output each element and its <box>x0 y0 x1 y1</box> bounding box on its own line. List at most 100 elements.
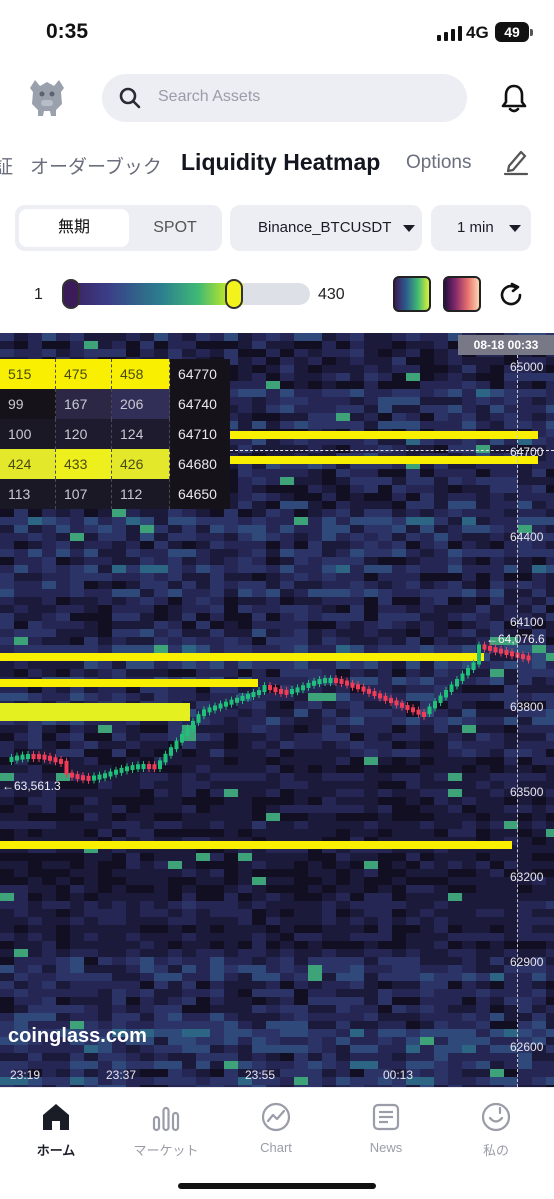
coinglass-logo[interactable] <box>26 76 68 118</box>
candle-body <box>119 767 124 773</box>
interval-select[interactable]: 1 min <box>431 205 531 251</box>
candle-body <box>262 685 267 693</box>
order-book-cell: 426 <box>112 449 170 479</box>
candle-body <box>125 766 129 772</box>
candle-body <box>312 680 316 686</box>
candle-body <box>191 720 195 730</box>
tab-liquidity-heatmap[interactable]: Liquidity Heatmap <box>181 149 380 176</box>
search-input[interactable]: Search Assets <box>158 88 260 106</box>
candle-body <box>339 678 344 684</box>
nav-home[interactable]: ホーム <box>6 1096 106 1159</box>
perpetual-button[interactable]: 無期 <box>19 209 129 247</box>
order-book-row: 424 433 426 64680 <box>0 449 230 479</box>
tab-order-book[interactable]: オーダーブック <box>30 152 162 179</box>
spot-button[interactable]: SPOT <box>131 209 219 247</box>
candle-body <box>174 740 179 750</box>
candle-body <box>246 693 250 699</box>
bell-icon[interactable] <box>500 83 528 113</box>
search-bar[interactable] <box>102 74 467 122</box>
time-axis-label: 23:55 <box>245 1068 276 1082</box>
candle-body <box>350 682 355 688</box>
search-icon[interactable] <box>118 86 142 110</box>
order-book-cell: 475 <box>56 359 112 389</box>
exchange-select[interactable]: Binance_BTCUSDT <box>230 205 422 251</box>
status-time: 0:35 <box>46 20 89 43</box>
order-book-row: 100 120 124 64710 <box>0 419 230 449</box>
candle-body <box>20 754 25 760</box>
range-min-label: 1 <box>34 286 43 303</box>
candle-body <box>411 707 415 713</box>
candle-body <box>367 688 371 694</box>
current-time-line <box>517 355 518 1087</box>
network-label: 4G <box>466 23 489 42</box>
candle-body <box>240 695 245 701</box>
candle-body <box>455 679 459 687</box>
news-icon <box>372 1103 400 1131</box>
edit-icon[interactable] <box>503 148 529 176</box>
order-book-row: 515 475 458 64770 <box>0 359 230 389</box>
range-handle-min[interactable] <box>62 279 80 309</box>
start-price-mark: ←63,561.3 <box>2 779 61 793</box>
watermark: coinglass.com <box>8 1025 147 1047</box>
magma-palette-button[interactable] <box>443 276 481 312</box>
hover-price-line <box>230 450 554 451</box>
candle-body <box>42 754 47 760</box>
nav-market[interactable]: マーケット <box>116 1096 216 1159</box>
order-book-cell: 515 <box>0 359 56 389</box>
candle-body <box>103 773 107 779</box>
candle-body <box>163 753 168 763</box>
nav-chart[interactable]: Chart <box>226 1096 326 1155</box>
tab-options[interactable]: Options <box>406 152 471 174</box>
candle-body <box>526 655 531 661</box>
order-book-cell: 107 <box>56 479 112 509</box>
candle-body <box>438 695 443 703</box>
candle-body <box>235 697 239 703</box>
candle-body <box>504 650 509 655</box>
candle-body <box>389 698 393 704</box>
candle-body <box>59 758 63 764</box>
time-axis-label: 23:19 <box>10 1068 41 1082</box>
market-type-toggle: 無期 SPOT <box>15 205 222 251</box>
battery-icon: 49 <box>495 22 533 42</box>
price-axis-label: 63200 <box>510 870 544 884</box>
home-indicator <box>178 1183 376 1189</box>
candle-body <box>273 687 278 693</box>
candle-body <box>97 774 102 780</box>
candle-body <box>290 689 294 695</box>
order-book-cell: 424 <box>0 449 56 479</box>
candle-body <box>394 700 399 706</box>
candle-body <box>31 754 36 760</box>
liquidity-heatmap[interactable]: 08-18 00:33 65000 64700 64400 64100 6380… <box>0 333 554 1087</box>
nav-profile[interactable]: 私の <box>446 1096 546 1159</box>
time-axis-label: 23:37 <box>106 1068 137 1082</box>
candle-body <box>257 690 261 696</box>
candle-body <box>427 706 432 714</box>
candle-body <box>284 689 289 695</box>
order-book-cell: 100 <box>0 419 56 449</box>
range-handle-max[interactable] <box>225 279 244 309</box>
candle-body <box>141 764 146 770</box>
chevron-down-icon <box>509 225 521 232</box>
order-book-price: 64680 <box>178 456 217 472</box>
candle-body <box>295 687 300 693</box>
refresh-icon[interactable] <box>498 282 524 308</box>
price-axis-label: 64700 <box>510 445 544 459</box>
candle-body <box>26 754 30 760</box>
candle-body <box>75 774 80 780</box>
order-book-cell: 458 <box>112 359 170 389</box>
nav-label: ホーム <box>36 1143 76 1158</box>
range-slider-track[interactable] <box>62 283 310 305</box>
time-axis-label: 00:13 <box>383 1068 414 1082</box>
nav-news[interactable]: News <box>336 1096 436 1155</box>
viridis-palette-button[interactable] <box>393 276 431 312</box>
tab-prev[interactable]: 証 <box>0 152 13 179</box>
candle-body <box>114 769 118 775</box>
candle-body <box>64 760 69 775</box>
chart-icon <box>261 1102 291 1132</box>
order-book-cell: 433 <box>56 449 112 479</box>
status-bar: 0:35 4G 49 <box>0 0 554 62</box>
candle-body <box>207 707 212 713</box>
price-axis-label: 62900 <box>510 955 544 969</box>
price-axis-label: 63500 <box>510 785 544 799</box>
candle-body <box>15 755 19 761</box>
